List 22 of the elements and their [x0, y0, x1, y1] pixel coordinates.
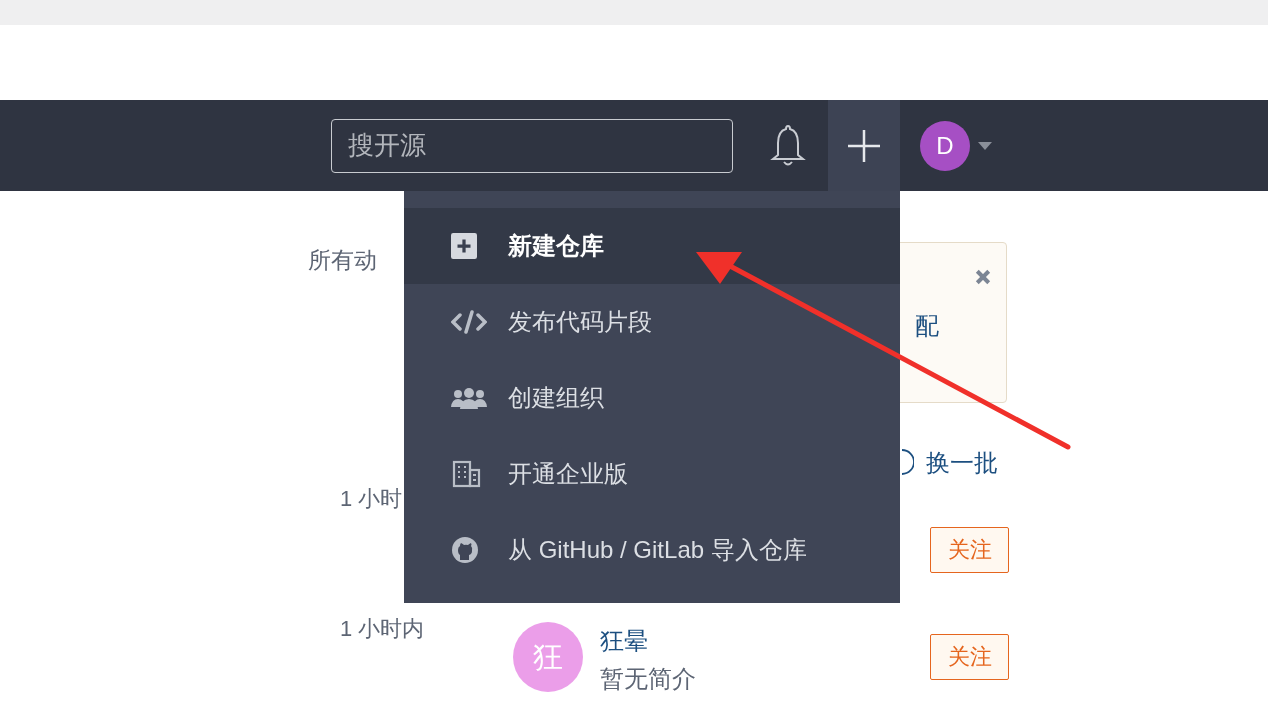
github-icon [451, 536, 479, 564]
menu-item[interactable]: 开通企业版 [404, 436, 900, 512]
menu-item[interactable]: 发布代码片段 [404, 284, 900, 360]
close-icon[interactable] [975, 269, 991, 285]
plus-icon [846, 127, 882, 164]
time-label: 1 小时 [340, 485, 403, 513]
building-icon [451, 460, 481, 488]
notice-link[interactable]: 配 [915, 314, 939, 338]
caret-icon[interactable] [978, 141, 992, 150]
code-icon [451, 310, 487, 334]
refresh-link[interactable]: 换一批 [926, 447, 998, 479]
users-icon [451, 387, 487, 409]
plus-square-icon [451, 233, 477, 259]
user-avatar[interactable]: D [920, 120, 970, 171]
user-name[interactable]: 狂晕 [600, 625, 648, 657]
menu-item[interactable]: 创建组织 [404, 360, 900, 436]
user-bio: 暂无简介 [600, 664, 696, 694]
feed-heading: 所有动 [308, 246, 377, 275]
menu-item[interactable]: 新建仓库 [404, 208, 900, 284]
menu-item[interactable]: 从 GitHub / GitLab 导入仓库 [404, 512, 900, 588]
time-label: 1 小时内 [340, 615, 425, 643]
search-field[interactable]: 搜开源 [331, 118, 733, 173]
